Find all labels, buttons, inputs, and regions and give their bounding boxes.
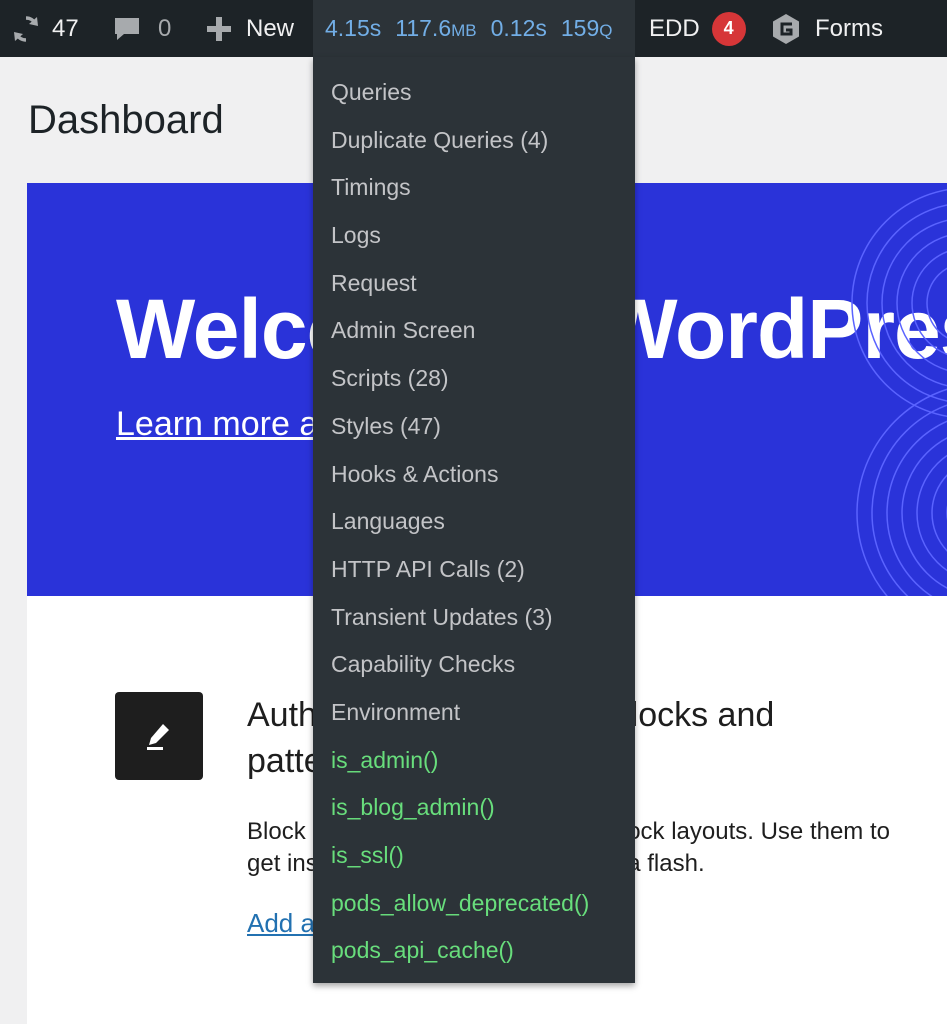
new-label: New xyxy=(246,14,295,42)
comments-menu[interactable]: 0 xyxy=(112,0,171,57)
qm-menu-styles[interactable]: Styles (47) xyxy=(313,403,635,451)
qm-conditional-is-ssl[interactable]: is_ssl() xyxy=(313,832,635,880)
comments-count: 0 xyxy=(158,14,172,42)
forms-label: Forms xyxy=(815,14,883,42)
qm-menu-environment[interactable]: Environment xyxy=(313,689,635,737)
qm-menu-hooks-actions[interactable]: Hooks & Actions xyxy=(313,451,635,499)
welcome-decoration xyxy=(851,188,947,596)
qm-menu-scripts[interactable]: Scripts (28) xyxy=(313,355,635,403)
page-title: Dashboard xyxy=(28,98,224,142)
panel-icon-box xyxy=(115,692,203,780)
qm-menu-http-api-calls[interactable]: HTTP API Calls (2) xyxy=(313,546,635,594)
plus-icon xyxy=(207,16,231,41)
qm-menu-languages[interactable]: Languages xyxy=(313,498,635,546)
qm-conditional-is-admin[interactable]: is_admin() xyxy=(313,737,635,785)
new-content-menu[interactable]: New xyxy=(206,0,294,57)
comment-icon xyxy=(115,17,139,40)
qm-time: 4.15s xyxy=(325,15,382,41)
updates-icon xyxy=(14,15,38,42)
updates-menu[interactable]: 47 xyxy=(10,0,79,57)
qm-menu-duplicate-queries[interactable]: Duplicate Queries (4) xyxy=(313,117,635,165)
edd-label: EDD xyxy=(649,14,700,42)
edd-menu[interactable]: EDD 4 xyxy=(649,0,746,57)
qm-menu-admin-screen[interactable]: Admin Screen xyxy=(313,307,635,355)
qm-conditional-pods-allow-deprecated[interactable]: pods_allow_deprecated() xyxy=(313,880,635,928)
qm-menu-logs[interactable]: Logs xyxy=(313,212,635,260)
qm-menu-capability-checks[interactable]: Capability Checks xyxy=(313,641,635,689)
pencil-icon xyxy=(147,724,169,750)
query-monitor-dropdown: Queries Duplicate Queries (4) Timings Lo… xyxy=(313,57,635,983)
gravity-forms-icon xyxy=(773,13,799,44)
updates-count: 47 xyxy=(52,14,79,42)
qm-queries: 159Q xyxy=(560,15,613,41)
qm-memory: 117.6MB xyxy=(395,15,477,41)
qm-menu-transient-updates[interactable]: Transient Updates (3) xyxy=(313,594,635,642)
qm-menu-request[interactable]: Request xyxy=(313,260,635,308)
qm-menu-queries[interactable]: Queries xyxy=(313,69,635,117)
forms-menu[interactable]: Forms xyxy=(770,0,883,57)
qm-conditional-is-blog-admin[interactable]: is_blog_admin() xyxy=(313,784,635,832)
qm-menu-timings[interactable]: Timings xyxy=(313,164,635,212)
edd-badge: 4 xyxy=(711,11,746,46)
admin-bar: 47 0 New 4.15s 117.6MB 0.12s 159Q EDD 4 … xyxy=(0,0,947,57)
qm-db-time: 0.12s xyxy=(490,15,547,41)
qm-conditional-pods-api-cache[interactable]: pods_api_cache() xyxy=(313,927,635,975)
query-monitor-menu[interactable]: 4.15s 117.6MB 0.12s 159Q xyxy=(313,0,635,57)
